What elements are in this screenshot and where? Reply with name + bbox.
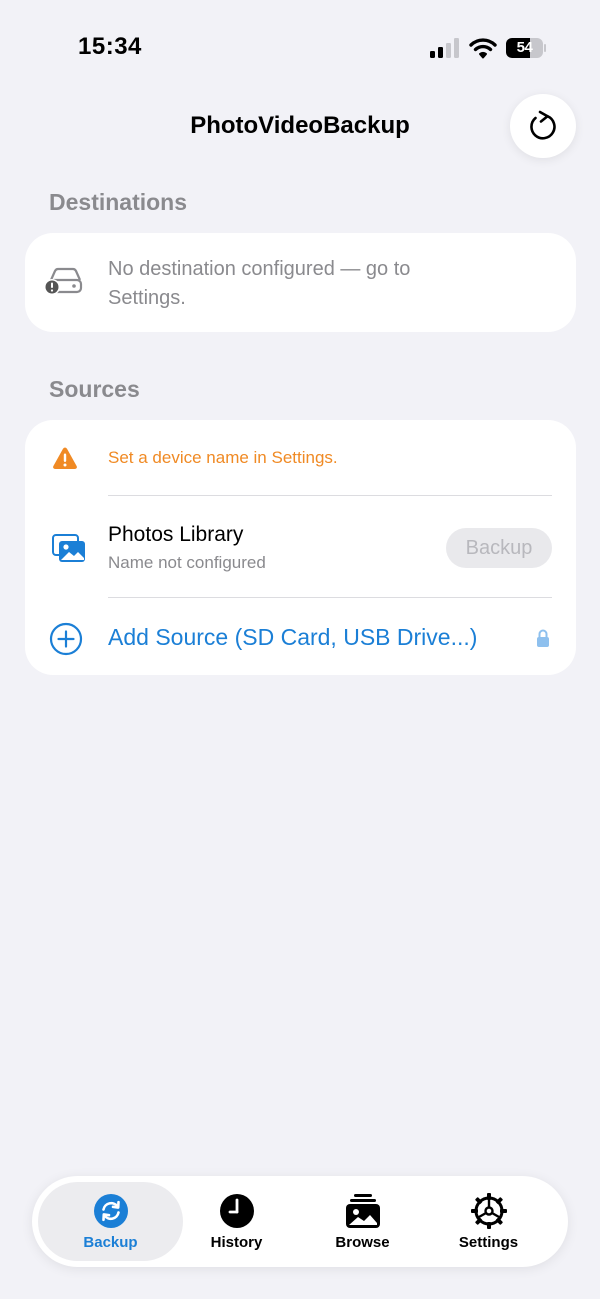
add-source-button[interactable]: Add Source (SD Card, USB Drive...) [108, 624, 477, 651]
backup-button[interactable]: Backup [446, 528, 552, 568]
device-name-warning: Set a device name in Settings. [108, 448, 338, 467]
divider [108, 495, 552, 496]
sources-section-title: Sources [49, 376, 140, 402]
lock-icon [537, 629, 549, 647]
tab-settings[interactable]: Settings [416, 1182, 561, 1261]
external-drive-warning-icon [44, 267, 83, 295]
tab-label: Browse [335, 1234, 390, 1251]
photos-library-subtitle: Name not configured [108, 553, 266, 572]
warning-triangle-icon [53, 447, 77, 469]
tab-label: Settings [458, 1234, 519, 1251]
sources-card: Set a device name in Settings. Photos Li… [25, 420, 576, 675]
status-bar: 15:34 54 [0, 0, 600, 96]
photo-gallery-icon [345, 1194, 380, 1228]
destinations-card: No destination configured — go to Settin… [25, 233, 576, 332]
tab-bar: Backup History Browse Settings [32, 1176, 568, 1267]
gear-icon [470, 1193, 507, 1229]
tab-history[interactable]: History [164, 1182, 309, 1261]
plus-circle-icon[interactable] [49, 622, 83, 656]
photos-library-title: Photos Library [108, 523, 244, 546]
refresh-button[interactable] [510, 94, 576, 158]
status-time: 15:34 [78, 33, 142, 60]
refresh-icon [530, 110, 556, 140]
clock-icon [219, 1194, 254, 1228]
no-destination-message: No destination configured — go to Settin… [108, 258, 411, 309]
sync-icon [93, 1194, 128, 1228]
cellular-signal-icon [430, 38, 459, 58]
battery-level: 54 [516, 39, 533, 56]
destinations-section-title: Destinations [49, 189, 188, 215]
tab-backup[interactable]: Backup [38, 1182, 183, 1261]
tab-label: Backup [83, 1234, 138, 1251]
tab-browse[interactable]: Browse [290, 1182, 435, 1261]
wifi-icon [469, 38, 497, 59]
tab-label: History [210, 1234, 263, 1251]
photo-stack-icon [52, 534, 85, 562]
divider [108, 597, 552, 598]
